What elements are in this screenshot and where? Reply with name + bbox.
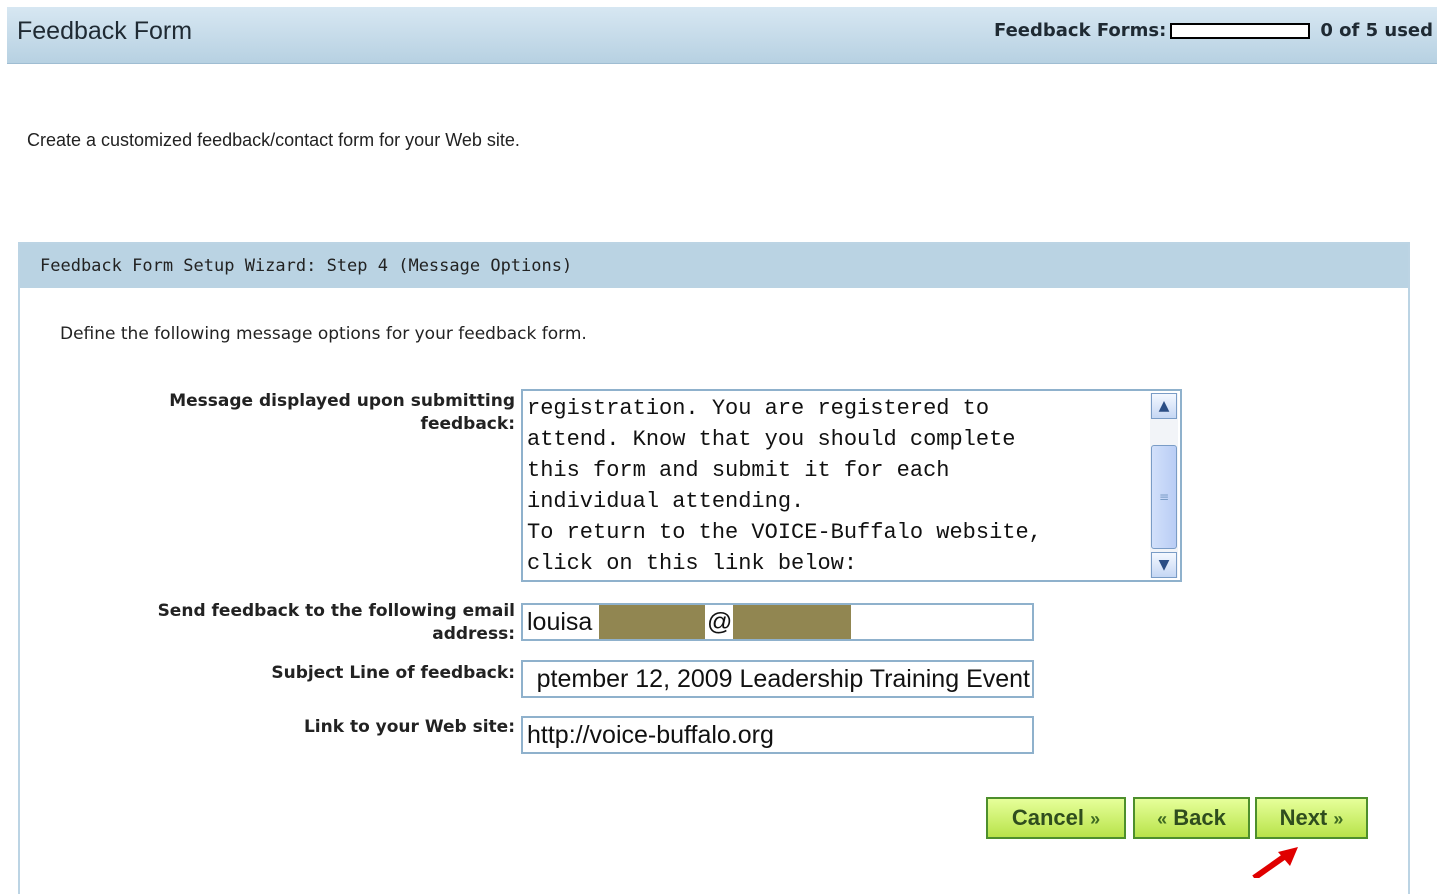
next-button[interactable]: Next » (1255, 797, 1368, 839)
wizard-description: Define the following message options for… (60, 324, 587, 344)
message-label-line2: feedback: (420, 414, 515, 434)
website-field[interactable]: http://voice-buffalo.org (521, 716, 1034, 754)
double-chevron-left-icon: « (1157, 809, 1168, 829)
scroll-up-icon[interactable]: ▲ (1151, 393, 1177, 419)
wizard-title: Feedback Form Setup Wizard: Step 4 (Mess… (20, 244, 1408, 288)
wizard-panel: Feedback Form Setup Wizard: Step 4 (Mess… (18, 242, 1410, 894)
usage-label: Feedback Forms: (994, 20, 1167, 41)
usage-indicator: Feedback Forms: 0 of 5 used (994, 20, 1433, 41)
email-domain-redaction (733, 605, 851, 639)
cancel-button[interactable]: Cancel » (986, 797, 1126, 839)
subject-field[interactable]: ptember 12, 2009 Leadership Training Eve… (521, 660, 1034, 698)
usage-count: 0 of 5 used (1320, 20, 1433, 41)
email-field[interactable]: louisa @ (521, 603, 1034, 641)
header-bar: Feedback Form Feedback Forms: 0 of 5 use… (7, 7, 1437, 64)
message-scrollbar[interactable]: ▲ ≡ ▼ (1150, 393, 1178, 578)
email-label-line2: address: (432, 624, 515, 644)
message-label-line1: Message displayed upon submitting (169, 391, 515, 411)
annotation-arrow-icon (1252, 847, 1298, 878)
subject-value: ptember 12, 2009 Leadership Training Eve… (536, 665, 1030, 693)
cancel-button-label: Cancel (1011, 805, 1084, 830)
email-redaction (599, 605, 705, 639)
email-value-at: @ (707, 608, 733, 636)
back-button[interactable]: « Back (1133, 797, 1250, 839)
website-label: Link to your Web site: (303, 717, 515, 737)
double-chevron-right-icon: » (1090, 809, 1101, 829)
message-label: Message displayed upon submitting feedba… (100, 390, 515, 436)
back-button-label: Back (1173, 805, 1226, 830)
message-text[interactable]: registration. You are registered to atte… (527, 393, 1140, 578)
email-label: Send feedback to the following email add… (80, 600, 515, 646)
intro-text: Create a customized feedback/contact for… (27, 130, 520, 150)
website-value: http://voice-buffalo.org (527, 721, 774, 749)
next-button-label: Next (1279, 805, 1328, 830)
usage-meter (1170, 22, 1311, 39)
email-value-prefix: louisa (527, 608, 593, 636)
subject-label: Subject Line of feedback: (271, 663, 515, 683)
message-textarea[interactable]: registration. You are registered to atte… (521, 389, 1182, 582)
page-title: Feedback Form (17, 17, 193, 45)
scroll-thumb[interactable]: ≡ (1151, 445, 1177, 549)
double-chevron-right-icon: » (1333, 809, 1344, 829)
email-label-line1: Send feedback to the following email (157, 601, 515, 621)
scroll-down-icon[interactable]: ▼ (1151, 552, 1177, 578)
